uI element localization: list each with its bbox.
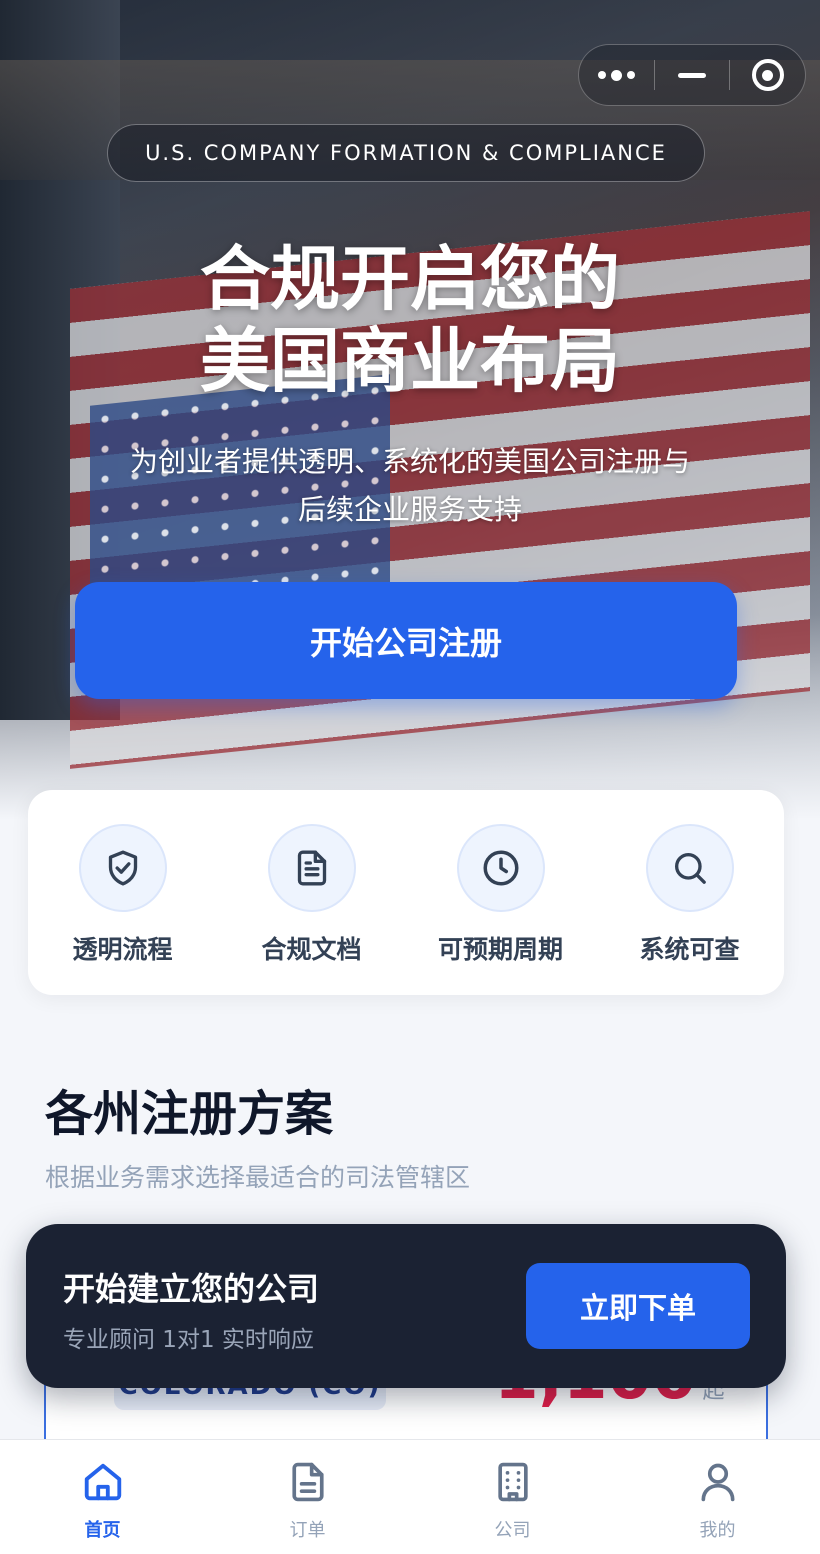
feature-system-query[interactable]: 系统可查: [602, 824, 778, 966]
search-icon: [645, 824, 734, 912]
tab-orders[interactable]: 订单: [248, 1456, 368, 1542]
order-banner: 开始建立您的公司 专业顾问 1对1 实时响应 立即下单: [26, 1224, 786, 1388]
home-icon: [77, 1456, 129, 1508]
hero-tagline: U.S. COMPANY FORMATION & COMPLIANCE: [107, 124, 705, 182]
minimize-button[interactable]: [655, 45, 730, 105]
shield-check-icon: [78, 824, 167, 912]
building-icon: [487, 1456, 539, 1508]
feature-label: 系统可查: [639, 935, 740, 964]
hero-section: U.S. COMPANY FORMATION & COMPLIANCE 合规开启…: [0, 0, 820, 820]
more-dots-icon: [597, 69, 635, 81]
start-registration-button[interactable]: 开始公司注册: [75, 582, 737, 699]
hero-title: 合规开启您的 美国商业布局: [0, 238, 820, 402]
hero-title-line2: 美国商业布局: [200, 320, 620, 402]
feature-label: 可预期周期: [437, 935, 563, 964]
features-card: 透明流程 合规文档 可预期周期 系统可查: [28, 790, 784, 995]
close-button[interactable]: [730, 45, 805, 105]
tab-home[interactable]: 首页: [43, 1456, 163, 1542]
target-close-icon: [751, 59, 784, 91]
feature-compliance-docs[interactable]: 合规文档: [224, 824, 400, 966]
hero-subtitle: 为创业者提供透明、系统化的美国公司注册与 后续企业服务支持: [90, 438, 730, 534]
banner-title: 开始建立您的公司: [63, 1270, 320, 1308]
hero-subtitle-line2: 后续企业服务支持: [297, 493, 522, 526]
feature-label: 透明流程: [72, 935, 173, 964]
document-icon: [267, 824, 356, 912]
minimize-icon: [677, 72, 706, 78]
user-icon: [692, 1456, 744, 1508]
tab-label: 首页: [84, 1520, 121, 1541]
feature-label: 合规文档: [261, 935, 362, 964]
more-button[interactable]: [579, 45, 654, 105]
hero-title-line1: 合规开启您的: [200, 238, 620, 320]
tab-label: 公司: [494, 1520, 531, 1541]
bottom-tab-bar: 首页 订单 公司 我的: [0, 1439, 820, 1554]
tab-label: 订单: [289, 1520, 326, 1541]
hero-subtitle-line1: 为创业者提供透明、系统化的美国公司注册与: [129, 445, 690, 478]
order-icon: [282, 1456, 334, 1508]
banner-subtitle: 专业顾问 1对1 实时响应: [63, 1327, 314, 1353]
order-now-button[interactable]: 立即下单: [526, 1263, 750, 1349]
feature-transparent-process[interactable]: 透明流程: [35, 824, 211, 966]
section-title: 各州注册方案: [45, 1086, 334, 1142]
tab-label: 我的: [699, 1520, 736, 1541]
feature-predictable-cycle[interactable]: 可预期周期: [413, 824, 589, 966]
mini-program-capsule: [578, 44, 806, 106]
tab-company[interactable]: 公司: [453, 1456, 573, 1542]
section-subtitle: 根据业务需求选择最适合的司法管辖区: [45, 1163, 471, 1192]
clock-icon: [456, 824, 545, 912]
tab-profile[interactable]: 我的: [658, 1456, 778, 1542]
